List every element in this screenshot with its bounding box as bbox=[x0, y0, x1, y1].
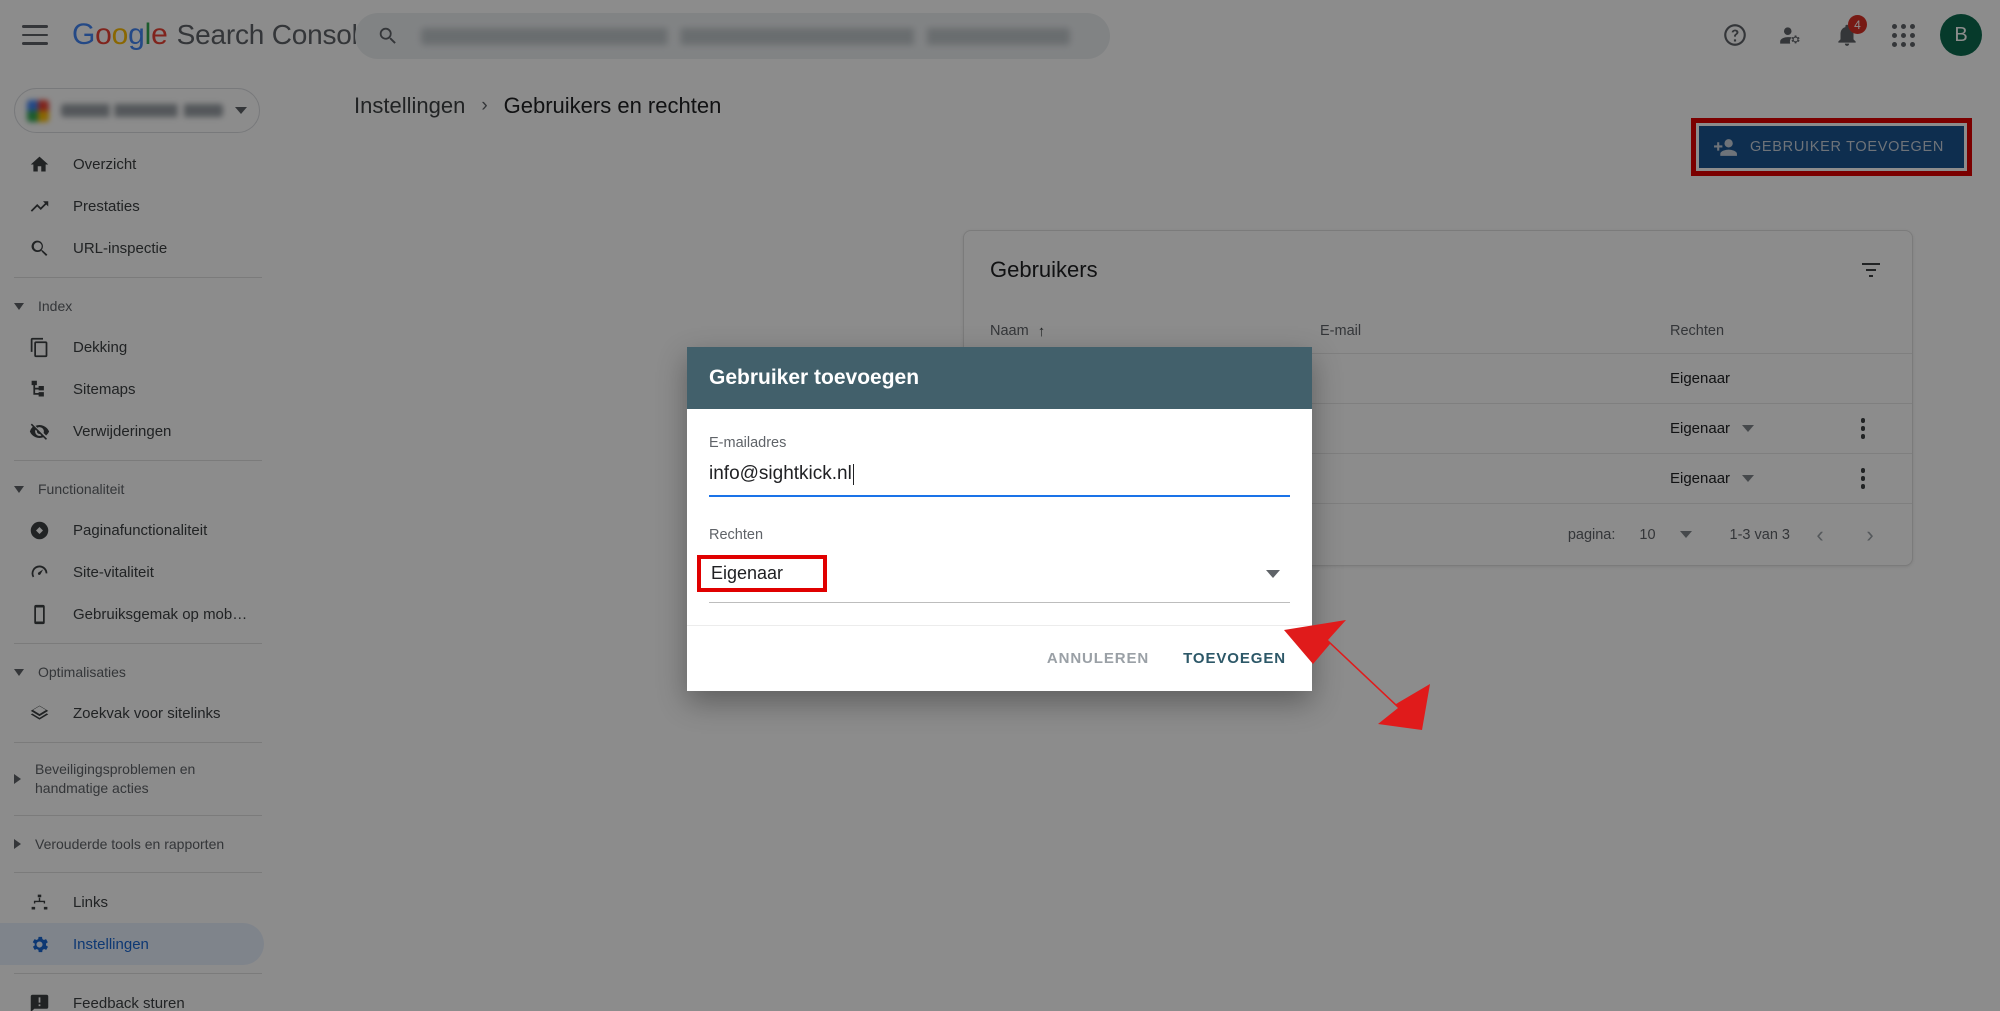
text-cursor bbox=[853, 464, 855, 485]
dialog-title: Gebruiker toevoegen bbox=[709, 366, 919, 390]
red-arrow-annotation bbox=[1280, 612, 1430, 732]
dialog-body: E-mailadres info@sightkick.nl Rechten Ei… bbox=[687, 409, 1312, 625]
add-user-dialog: Gebruiker toevoegen E-mailadres info@sig… bbox=[687, 347, 1312, 691]
permission-value-highlight: Eigenaar bbox=[697, 555, 827, 592]
dialog-header: Gebruiker toevoegen bbox=[687, 347, 1312, 409]
email-field-value: info@sightkick.nl bbox=[709, 463, 852, 485]
email-field-label: E-mailadres bbox=[709, 435, 1290, 451]
dialog-footer: ANNULEREN TOEVOEGEN bbox=[687, 625, 1312, 691]
email-field[interactable]: info@sightkick.nl bbox=[709, 463, 1290, 497]
permission-select[interactable]: Eigenaar bbox=[709, 555, 1290, 603]
chevron-down-icon[interactable] bbox=[1266, 570, 1280, 578]
confirm-add-button[interactable]: TOEVOEGEN bbox=[1183, 650, 1286, 667]
app-root: Google Search Console 4 B bbox=[0, 0, 2000, 1011]
cancel-button[interactable]: ANNULEREN bbox=[1047, 650, 1149, 667]
permission-field-label: Rechten bbox=[709, 527, 1290, 543]
